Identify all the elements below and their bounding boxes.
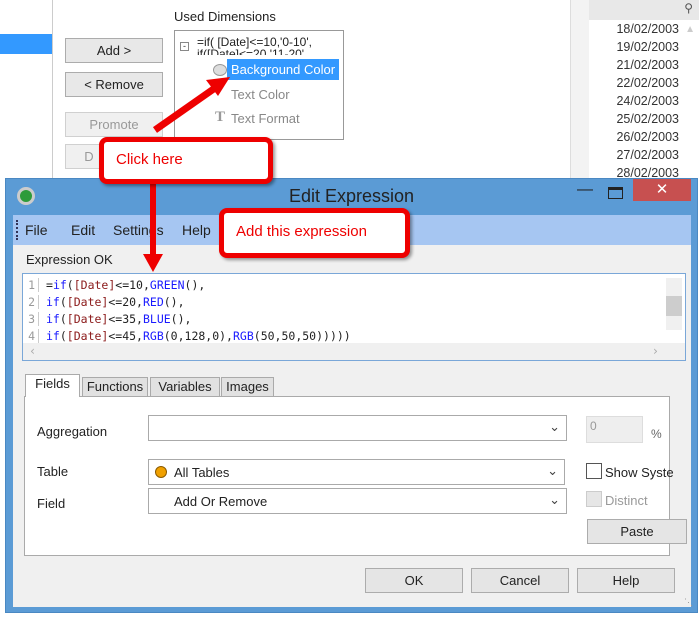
distinct-label: Distinct [605,493,648,508]
chevron-down-icon: ⌄ [547,463,558,478]
tab-images[interactable]: Images [221,377,274,397]
table-select[interactable]: All Tables ⌄ [148,459,565,485]
dates-list[interactable]: 18/02/2003 19/02/2003 21/02/2003 22/02/2… [589,20,699,180]
help-button[interactable]: Help [577,568,675,593]
line-number: 3 [23,312,39,326]
palette-icon [213,64,227,76]
minimize-button[interactable]: — [574,181,596,199]
callout-text: Add this expression [236,223,367,240]
date-item[interactable]: 22/02/2003 [589,74,699,92]
field-label: Field [37,496,66,511]
dates-header: ⚲ [589,0,699,20]
tree-item-text-format[interactable]: Text Format [231,111,300,126]
chevron-down-icon: ⌄ [549,492,560,507]
search-icon[interactable]: ⚲ [684,1,693,15]
date-item[interactable]: 27/02/2003 [589,146,699,164]
tab-variables[interactable]: Variables [150,377,220,397]
right-panel-border [570,0,589,180]
vertical-scrollbar[interactable] [666,278,682,330]
menu-file[interactable]: File [25,222,48,238]
date-item[interactable]: 26/02/2003 [589,128,699,146]
text-format-icon: T [215,109,226,125]
line-number: 4 [23,329,39,343]
resize-grip-icon[interactable]: ⋱ [684,597,693,608]
used-dimensions-tree[interactable]: - =if( [Date]<=10,'0-10', if([Date]<=20,… [174,30,344,140]
paste-button[interactable]: Paste [587,519,687,544]
menu-help[interactable]: Help [182,222,211,238]
date-item[interactable]: 25/02/2003 [589,110,699,128]
line-number: 1 [23,278,39,292]
code-line: =if([Date]<=10,GREEN(), [46,278,206,292]
scroll-up-icon[interactable]: ▲ [685,24,695,35]
distinct-checkbox[interactable] [586,491,602,507]
horizontal-scrollbar[interactable]: ‹ › [23,343,685,360]
chevron-down-icon: ⌄ [549,419,560,434]
show-system-checkbox[interactable] [586,463,602,479]
tree-item-text-color[interactable]: Text Color [231,87,290,102]
add-expression-callout: Add this expression [219,208,410,258]
code-line: if([Date]<=45,RGB(0,128,0),RGB(50,50,50)… [46,329,351,343]
aggregation-label: Aggregation [37,424,108,439]
ok-button[interactable]: OK [365,568,463,593]
tab-fields[interactable]: Fields [25,374,80,397]
date-item[interactable]: 24/02/2003 [589,92,699,110]
line-number: 2 [23,295,39,309]
field-value: Add Or Remove [174,494,268,509]
aggregation-select[interactable]: ⌄ [148,415,567,441]
menu-edit[interactable]: Edit [71,222,95,238]
percent-input[interactable]: 0 [586,416,643,443]
table-label: Table [37,464,69,479]
cancel-button[interactable]: Cancel [471,568,569,593]
table-icon [155,466,167,478]
date-item[interactable]: 21/02/2003 [589,56,699,74]
click-here-callout: Click here [99,137,273,184]
left-divider [52,0,53,180]
code-line: if([Date]<=20,RED(), [46,295,185,309]
date-item[interactable]: 19/02/2003 [589,38,699,56]
tree-item-background-color[interactable]: Background Color [227,59,340,80]
collapse-icon[interactable]: - [180,42,189,51]
percent-sign: % [651,427,662,441]
remove-button[interactable]: < Remove [65,72,163,97]
used-dimensions-label: Used Dimensions [174,9,276,24]
tree-expression-2: if([Date]<=20,'11-20', [197,47,308,55]
close-button[interactable]: ✕ [633,179,691,201]
tab-functions[interactable]: Functions [82,377,148,397]
promote-button[interactable]: Promote [65,112,163,137]
expression-status: Expression OK [26,252,113,267]
callout-text: Click here [116,151,183,168]
expression-editor[interactable]: 1 2 3 4 =if([Date]<=10,GREEN(), if([Date… [22,273,686,361]
show-system-label: Show Syste [605,465,674,480]
menu-settings[interactable]: Settings [113,222,164,238]
maximize-button[interactable] [608,187,623,199]
add-button[interactable]: Add > [65,38,163,63]
code-line: if([Date]<=35,BLUE(), [46,312,192,326]
grip-icon [16,220,18,240]
scroll-right-icon[interactable]: › [652,343,659,360]
date-item[interactable]: 18/02/2003 [589,20,699,38]
field-select[interactable]: Add Or Remove ⌄ [148,488,567,514]
scroll-left-icon[interactable]: ‹ [29,344,36,358]
left-list-selected[interactable] [0,34,52,54]
table-value: All Tables [174,465,230,480]
